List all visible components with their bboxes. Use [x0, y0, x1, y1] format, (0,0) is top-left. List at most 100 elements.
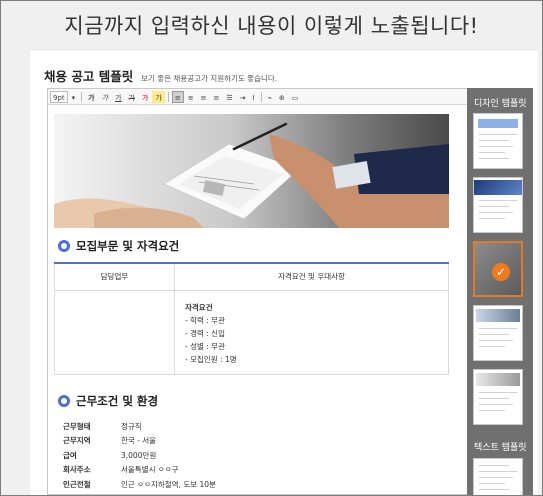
section-title: 근무조건 및 환경 [76, 394, 159, 408]
list-icon[interactable]: ☰ [223, 91, 235, 103]
font-color-button[interactable]: 가 [139, 91, 151, 103]
thumb-line [479, 134, 517, 135]
column-header-duty: 담당업무 [54, 264, 175, 291]
thumb-line [479, 206, 509, 207]
section-bullet-icon [58, 395, 70, 407]
column-header-qualification: 자격요건 및 우대사항 [174, 264, 449, 291]
design-template-thumb-2[interactable] [473, 177, 523, 233]
thumb-line [479, 218, 505, 219]
template-page: 채용 공고 템플릿 보기 좋은 채용공고가 지원하기도 좋습니다. 9pt ▾ … [30, 51, 538, 495]
thumb-header [478, 119, 518, 128]
thumb-line [479, 471, 517, 472]
condition-row: 근무지역 한국 - 서울 [63, 434, 216, 449]
align-center-icon[interactable]: ≡ [185, 91, 197, 103]
conditions-list: 근무형태 정규직 근무지역 한국 - 서울 급여 3,000만원 회사주소 서울특별시 … [63, 419, 216, 492]
toolbar-divider [81, 91, 83, 102]
strikethrough-button[interactable]: 가 [126, 91, 138, 103]
thumb-line [479, 489, 509, 490]
align-left-icon[interactable]: ≡ [171, 90, 184, 103]
italic-button[interactable]: 가 [99, 91, 111, 103]
thumb-line [479, 477, 513, 478]
thumb-line [479, 398, 509, 399]
design-template-label: 디자인 템플릿 [474, 99, 527, 109]
thumb-line [479, 404, 513, 405]
underline-button[interactable]: 가 [112, 91, 124, 103]
condition-key: 근무형태 [63, 421, 91, 431]
section-heading-conditions: 근무조건 및 환경 [58, 393, 158, 409]
thumb-line [479, 392, 517, 393]
clear-format-icon[interactable]: Ⅰ [250, 91, 258, 103]
condition-row: 근무형태 정규직 [63, 419, 216, 434]
text-template-label: 텍스트 템플릿 [474, 443, 527, 453]
condition-row: 급여 3,000만원 [63, 448, 216, 463]
recruitment-table: 담당업무 자격요건 및 우대사항 자격요건 - 학력 : 무관 - 경력 : 신… [54, 264, 449, 375]
template-sidebar: 디자인 템플릿 ✓ 텍스트 템플릿 [467, 88, 533, 495]
thumb-line [479, 483, 505, 484]
condition-value: 인근 ㅇㅇ지하철역, 도보 10분 [121, 479, 216, 489]
section-title: 모집부문 및 자격요건 [76, 239, 180, 253]
thumb-line [479, 334, 509, 335]
bg-color-button[interactable]: 가 [152, 90, 165, 103]
link-icon[interactable]: ⌁ [265, 91, 275, 103]
thumb-line [479, 200, 517, 201]
design-template-thumb-1[interactable] [473, 113, 523, 169]
thumb-line [479, 146, 513, 147]
hero-image [54, 114, 449, 228]
align-right-icon[interactable]: ≡ [198, 91, 210, 103]
toolbar-divider [167, 91, 169, 102]
condition-key: 급여 [63, 450, 77, 460]
qualification-item: - 성별 : 무관 [185, 341, 225, 351]
section-bullet-icon [58, 240, 70, 252]
condition-key: 인근전철 [63, 479, 91, 489]
selected-check-icon: ✓ [492, 263, 510, 281]
condition-key: 회사주소 [63, 465, 91, 475]
thumb-line [479, 158, 509, 159]
template-description: 보기 좋은 채용공고가 지원하기도 좋습니다. [141, 74, 278, 83]
condition-row: 인근전철 인근 ㅇㅇ지하철역, 도보 10분 [63, 477, 216, 492]
preview-frame: 지금까지 입력하신 내용이 이렇게 노출됩니다! 채용 공고 템플릿 보기 좋은… [0, 0, 543, 496]
thumb-line [479, 140, 509, 141]
thumb-line [479, 340, 513, 341]
thumb-line [479, 346, 505, 347]
thumb-line [479, 152, 505, 153]
preview-banner: 지금까지 입력하신 내용이 이렇게 노출됩니다! [64, 14, 479, 38]
condition-row: 회사주소 서울특별시 ㅇㅇ구 [63, 463, 216, 478]
font-size-select[interactable]: 9pt [50, 90, 68, 103]
qualification-list: 자격요건 - 학력 : 무관 - 경력 : 신입 - 성별 : 무관 - 모집인… [175, 291, 448, 374]
thumb-line [479, 410, 505, 411]
thumb-line [479, 212, 513, 213]
table-icon[interactable]: ▭ [289, 91, 302, 103]
qualification-item: - 모집인원 : 1명 [185, 354, 237, 364]
special-char-icon[interactable]: ⊕ [276, 91, 288, 103]
condition-key: 근무지역 [63, 436, 91, 446]
template-title: 채용 공고 템플릿 [44, 69, 134, 84]
thumb-line [479, 465, 509, 466]
section-heading-recruitment: 모집부문 및 자격요건 [58, 238, 179, 254]
editor-toolbar: 9pt ▾ 가 가 가 가 가 가 ≡ ≡ ≡ ≡ ☰ ⇥ Ⅰ ⌁ ⊕ ▭ [48, 89, 483, 105]
rich-text-editor[interactable]: 9pt ▾ 가 가 가 가 가 가 ≡ ≡ ≡ ≡ ☰ ⇥ Ⅰ ⌁ ⊕ ▭ 모집… [47, 88, 484, 495]
condition-value: 서울특별시 ㅇㅇ구 [121, 465, 179, 475]
template-header: 채용 공고 템플릿 보기 좋은 채용공고가 지원하기도 좋습니다. [44, 66, 277, 85]
thumb-header [474, 180, 522, 195]
qualification-item: - 학력 : 무관 [185, 315, 225, 325]
qualification-title: 자격요건 [185, 302, 213, 312]
condition-value: 3,000만원 [121, 450, 157, 460]
qualification-cell[interactable]: 자격요건 - 학력 : 무관 - 경력 : 신입 - 성별 : 무관 - 모집인… [174, 289, 449, 375]
design-template-thumb-3-selected[interactable]: ✓ [473, 241, 523, 297]
font-family-select[interactable]: ▾ [69, 91, 79, 103]
thumb-header [476, 373, 520, 386]
qualification-item: - 경력 : 신입 [185, 328, 225, 338]
bold-button[interactable]: 가 [85, 91, 97, 103]
toolbar-divider [260, 91, 262, 102]
thumb-header [476, 309, 520, 322]
condition-value: 한국 - 서울 [121, 436, 157, 446]
duty-cell[interactable] [54, 289, 175, 375]
indent-icon[interactable]: ⇥ [237, 91, 249, 103]
thumb-line [479, 328, 517, 329]
design-template-thumb-5[interactable] [473, 369, 523, 425]
text-template-thumb-1[interactable] [473, 458, 523, 495]
design-template-thumb-4[interactable] [473, 305, 523, 361]
handshake-document-illustration [54, 114, 449, 228]
align-justify-icon[interactable]: ≡ [211, 91, 223, 103]
condition-value: 정규직 [121, 421, 142, 431]
